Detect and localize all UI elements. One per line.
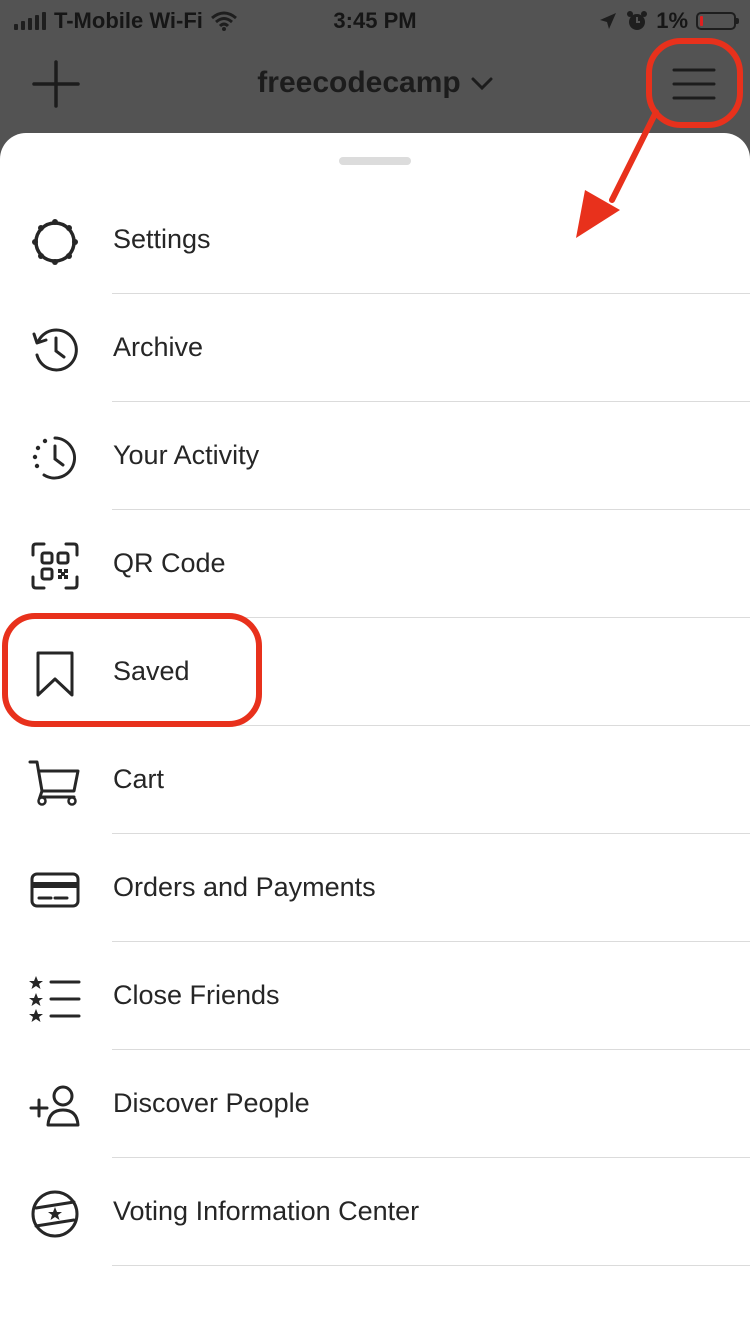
menu-item-discover-people[interactable]: Discover People xyxy=(0,1050,750,1158)
battery-percent: 1% xyxy=(656,8,688,33)
menu-item-label: Saved xyxy=(113,656,190,686)
status-right: 1% xyxy=(598,8,739,34)
menu-item-saved[interactable]: Saved xyxy=(0,618,750,726)
hamburger-menu-icon[interactable] xyxy=(672,62,716,106)
battery-icon xyxy=(696,12,739,30)
menu-item-label: Voting Information Center xyxy=(113,1196,420,1226)
activity-clock-icon xyxy=(28,431,82,485)
menu-item-label: Archive xyxy=(113,332,204,362)
menu-item-label: Orders and Payments xyxy=(113,872,376,902)
username-switcher[interactable]: freecodecamp xyxy=(0,66,750,100)
credit-card-icon xyxy=(28,863,82,917)
menu-item-label: Cart xyxy=(113,764,165,794)
sheet-grabber[interactable] xyxy=(339,157,411,165)
menu-item-label: Discover People xyxy=(113,1088,310,1118)
menu-item-voting-information-center[interactable]: Voting Information Center xyxy=(0,1158,750,1266)
bookmark-icon xyxy=(28,647,82,701)
archive-clock-icon xyxy=(28,323,82,377)
menu-item-qr-code[interactable]: QR Code xyxy=(0,510,750,618)
profile-header: freecodecamp xyxy=(0,40,750,130)
qr-code-icon xyxy=(28,539,82,593)
menu-item-label: QR Code xyxy=(113,548,226,578)
username-label: freecodecamp xyxy=(257,66,461,99)
divider xyxy=(112,1265,750,1266)
menu-item-settings[interactable]: Settings xyxy=(0,186,750,294)
cart-icon xyxy=(28,755,82,809)
menu-item-your-activity[interactable]: Your Activity xyxy=(0,402,750,510)
settings-gear-icon xyxy=(28,215,82,269)
menu-item-orders-and-payments[interactable]: Orders and Payments xyxy=(0,834,750,942)
menu-list: Settings Archive Your Activity QR Code S… xyxy=(0,186,750,1266)
menu-item-cart[interactable]: Cart xyxy=(0,726,750,834)
menu-sheet: Settings Archive Your Activity QR Code S… xyxy=(0,133,750,1334)
status-bar: T-Mobile Wi-Fi 3:45 PM 1% xyxy=(0,0,750,40)
alarm-icon xyxy=(627,11,648,30)
star-list-icon xyxy=(28,971,82,1025)
voting-icon xyxy=(28,1187,82,1241)
menu-item-label: Settings xyxy=(113,224,211,254)
menu-item-label: Close Friends xyxy=(113,980,280,1010)
menu-item-close-friends[interactable]: Close Friends xyxy=(0,942,750,1050)
location-arrow-icon xyxy=(600,13,617,29)
menu-item-archive[interactable]: Archive xyxy=(0,294,750,402)
chevron-down-icon xyxy=(471,77,493,91)
menu-item-label: Your Activity xyxy=(113,440,260,470)
add-person-icon xyxy=(28,1079,82,1133)
